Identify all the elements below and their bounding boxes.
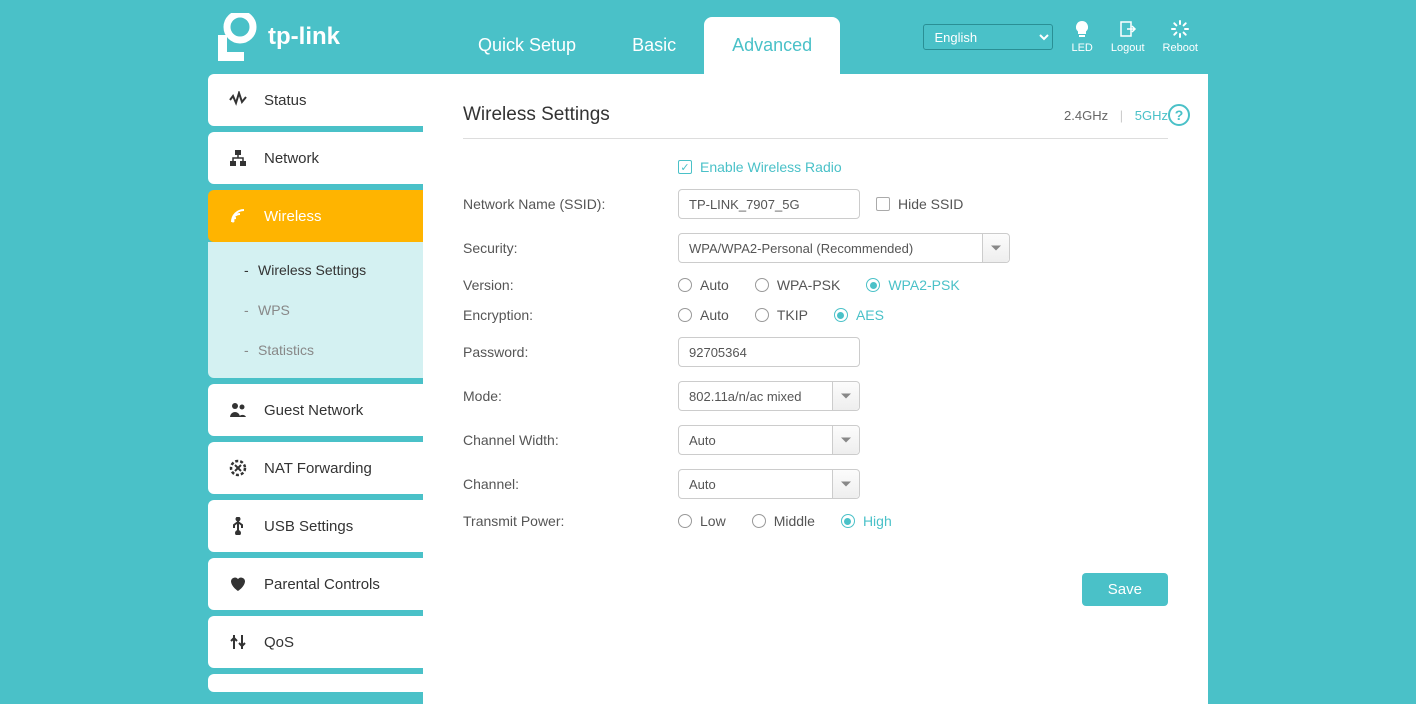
mode-label: Mode: xyxy=(463,388,678,404)
password-label: Password: xyxy=(463,344,678,360)
sidebar: Status Network Wireless Wireless Setting… xyxy=(208,74,423,704)
password-input[interactable] xyxy=(678,337,860,367)
encryption-tkip-radio[interactable]: TKIP xyxy=(755,307,808,323)
sidebar-item-next[interactable] xyxy=(208,674,423,692)
power-middle-radio[interactable]: Middle xyxy=(752,513,815,529)
channel-width-label: Channel Width: xyxy=(463,432,678,448)
enable-wireless-checkbox[interactable]: ✓ Enable Wireless Radio xyxy=(678,159,842,175)
transmit-power-label: Transmit Power: xyxy=(463,513,678,529)
nat-icon xyxy=(228,458,248,478)
sidebar-item-usb-settings[interactable]: USB Settings xyxy=(208,500,423,552)
tab-quick-setup[interactable]: Quick Setup xyxy=(450,17,604,74)
checkbox-icon xyxy=(876,197,890,211)
status-icon xyxy=(228,90,248,110)
version-label: Version: xyxy=(463,277,678,293)
sidebar-item-guest-network[interactable]: Guest Network xyxy=(208,384,423,436)
language-select[interactable]: English xyxy=(923,24,1053,50)
encryption-auto-radio[interactable]: Auto xyxy=(678,307,729,323)
led-button[interactable]: LED xyxy=(1071,20,1092,54)
version-wpa2-psk-radio[interactable]: WPA2-PSK xyxy=(866,277,959,293)
tab-basic[interactable]: Basic xyxy=(604,17,704,74)
sidebar-item-nat-forwarding[interactable]: NAT Forwarding xyxy=(208,442,423,494)
hide-ssid-checkbox[interactable]: Hide SSID xyxy=(876,196,963,212)
reboot-icon xyxy=(1171,20,1189,38)
checkbox-icon: ✓ xyxy=(678,160,692,174)
sidebar-item-parental-controls[interactable]: Parental Controls xyxy=(208,558,423,610)
band-5ghz-tab[interactable]: 5GHz xyxy=(1135,108,1168,123)
security-select[interactable]: WPA/WPA2-Personal (Recommended) xyxy=(678,233,1010,263)
guest-icon xyxy=(228,400,248,420)
version-auto-radio[interactable]: Auto xyxy=(678,277,729,293)
channel-label: Channel: xyxy=(463,476,678,492)
page-title: Wireless Settings xyxy=(463,104,610,126)
tab-advanced[interactable]: Advanced xyxy=(704,17,840,74)
sidebar-item-qos[interactable]: QoS xyxy=(208,616,423,668)
logout-button[interactable]: Logout xyxy=(1111,20,1145,54)
qos-icon xyxy=(228,632,248,652)
wireless-icon xyxy=(228,206,248,226)
content-panel: ? Wireless Settings 2.4GHz | 5GHz ✓ Enab… xyxy=(423,74,1208,704)
ssid-label: Network Name (SSID): xyxy=(463,196,678,212)
sidebar-subitem-wps[interactable]: WPS xyxy=(208,290,423,330)
mode-select[interactable]: 802.11a/n/ac mixed xyxy=(678,381,860,411)
bulb-icon xyxy=(1073,20,1091,38)
sidebar-subitem-wireless-settings[interactable]: Wireless Settings xyxy=(208,250,423,290)
channel-select[interactable]: Auto xyxy=(678,469,860,499)
sidebar-item-status[interactable]: Status xyxy=(208,74,423,126)
sidebar-item-network[interactable]: Network xyxy=(208,132,423,184)
sidebar-subitem-statistics[interactable]: Statistics xyxy=(208,330,423,370)
help-button[interactable]: ? xyxy=(1168,104,1190,126)
sidebar-item-wireless[interactable]: Wireless xyxy=(208,190,423,242)
version-wpa-psk-radio[interactable]: WPA-PSK xyxy=(755,277,841,293)
ssid-input[interactable] xyxy=(678,189,860,219)
band-24ghz-tab[interactable]: 2.4GHz xyxy=(1064,108,1108,123)
usb-icon xyxy=(228,516,248,536)
reboot-button[interactable]: Reboot xyxy=(1163,20,1198,54)
logout-icon xyxy=(1119,20,1137,38)
save-button[interactable]: Save xyxy=(1082,573,1168,606)
power-low-radio[interactable]: Low xyxy=(678,513,726,529)
heart-icon xyxy=(228,574,248,594)
network-icon xyxy=(228,148,248,168)
brand-logo: tp-link xyxy=(208,13,340,61)
encryption-aes-radio[interactable]: AES xyxy=(834,307,884,323)
channel-width-select[interactable]: Auto xyxy=(678,425,860,455)
encryption-label: Encryption: xyxy=(463,307,678,323)
security-label: Security: xyxy=(463,240,678,256)
power-high-radio[interactable]: High xyxy=(841,513,892,529)
brand-name: tp-link xyxy=(268,23,340,51)
tplink-logo-icon xyxy=(218,13,258,61)
